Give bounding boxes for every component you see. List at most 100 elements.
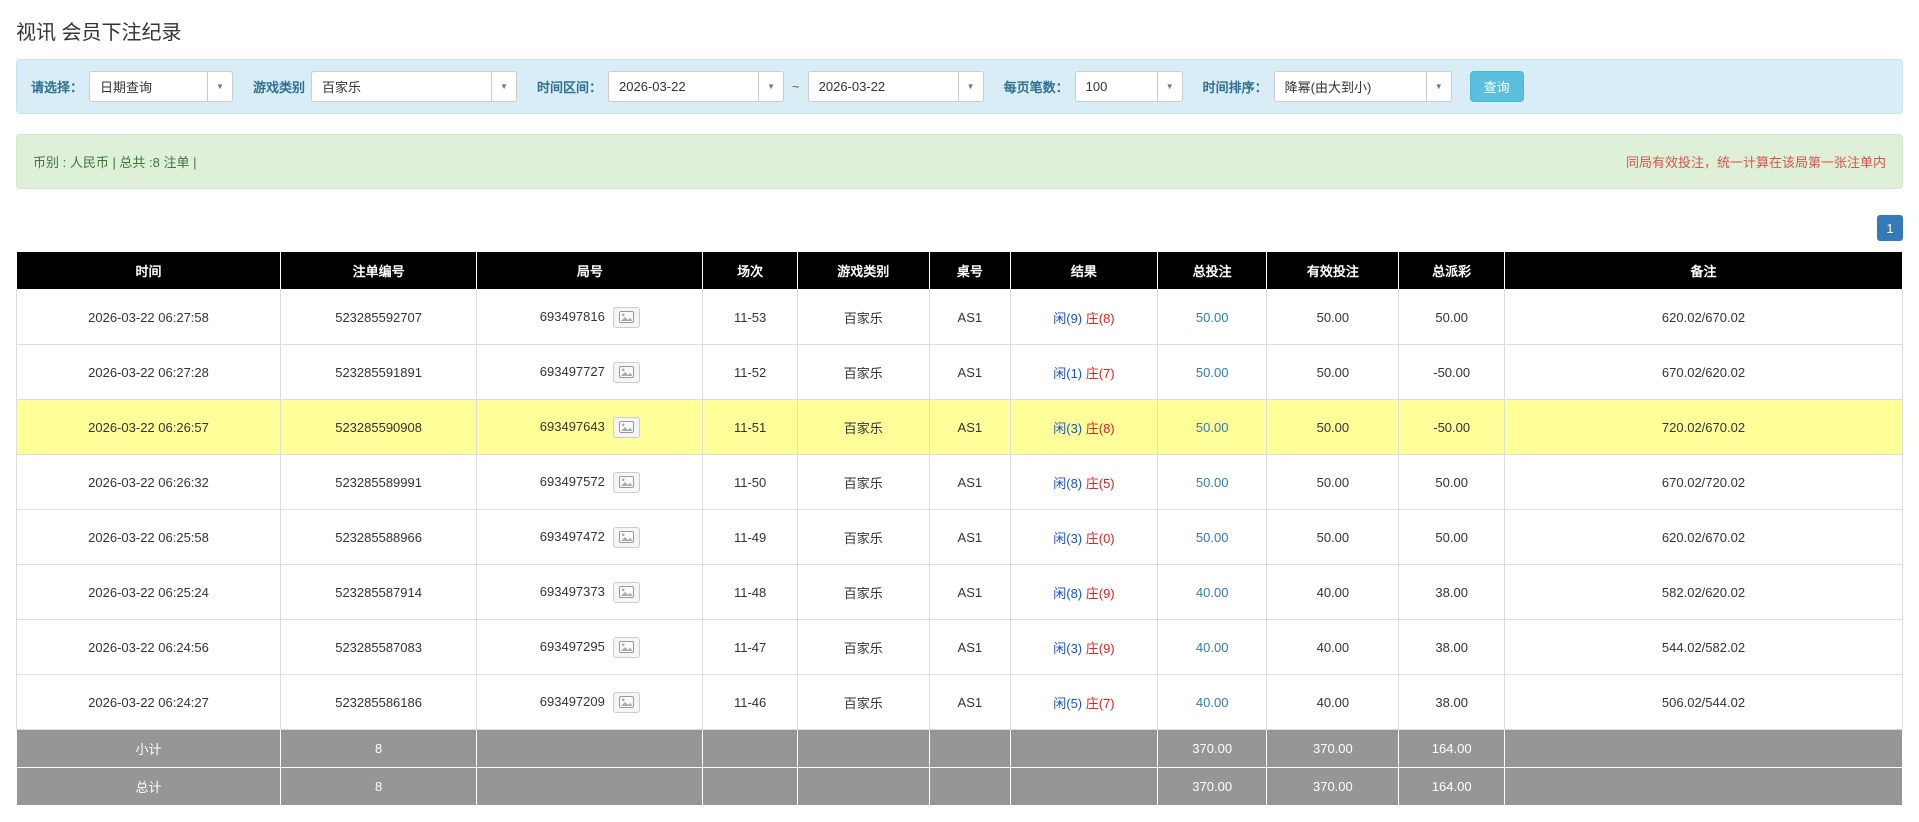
col-header-remark: 备注	[1504, 252, 1902, 290]
total-bet-link[interactable]: 50.00	[1196, 310, 1229, 325]
subtotal-total-bet: 370.00	[1157, 730, 1266, 768]
result-player: 闲(1)	[1053, 366, 1082, 381]
cell-round-id: 693497295	[477, 620, 703, 675]
cell-session: 11-50	[703, 455, 797, 510]
grand-total-label: 总计	[17, 768, 281, 806]
date-to-value: 2026-03-22	[808, 71, 958, 102]
cell-round-id: 693497373	[477, 565, 703, 620]
total-bet-link[interactable]: 40.00	[1196, 640, 1229, 655]
chevron-down-icon[interactable]: ▼	[1157, 71, 1183, 102]
table-header-row: 时间 注单编号 局号 场次 游戏类别 桌号 结果 总投注 有效投注 总派彩 备注	[17, 252, 1903, 290]
cell-total-bet: 40.00	[1157, 675, 1266, 730]
date-range-separator: ~	[792, 79, 800, 94]
col-header-game-type: 游戏类别	[797, 252, 929, 290]
image-icon	[619, 696, 634, 708]
cell-game-type: 百家乐	[797, 290, 929, 345]
round-id-text: 693497472	[540, 528, 605, 543]
table-row: 2026-03-22 06:26:57 523285590908 6934976…	[17, 400, 1903, 455]
cell-total-bet: 40.00	[1157, 565, 1266, 620]
chevron-down-icon[interactable]: ▼	[1426, 71, 1452, 102]
cell-remark: 620.02/670.02	[1504, 510, 1902, 565]
round-id-text: 693497816	[540, 308, 605, 323]
table-row: 2026-03-22 06:27:58 523285592707 6934978…	[17, 290, 1903, 345]
result-banker: 庄(5)	[1086, 476, 1115, 491]
round-preview-button[interactable]	[613, 692, 640, 713]
cell-bet-id: 523285592707	[281, 290, 477, 345]
round-id-text: 693497373	[540, 583, 605, 598]
col-header-table-no: 桌号	[929, 252, 1010, 290]
table-row: 2026-03-22 06:24:27 523285586186 6934972…	[17, 675, 1903, 730]
total-bet-link[interactable]: 50.00	[1196, 365, 1229, 380]
chevron-down-icon[interactable]: ▼	[207, 71, 233, 102]
chevron-down-icon[interactable]: ▼	[758, 71, 784, 102]
table-row: 2026-03-22 06:27:28 523285591891 6934977…	[17, 345, 1903, 400]
cell-round-id: 693497727	[477, 345, 703, 400]
col-header-bet-id: 注单编号	[281, 252, 477, 290]
total-bet-link[interactable]: 40.00	[1196, 585, 1229, 600]
cell-payout: 50.00	[1399, 510, 1505, 565]
cell-payout: 38.00	[1399, 675, 1505, 730]
result-player: 闲(3)	[1053, 531, 1082, 546]
cell-table-no: AS1	[929, 345, 1010, 400]
cell-result: 闲(8) 庄(9)	[1010, 565, 1157, 620]
game-type-label: 游戏类别	[253, 77, 305, 96]
chevron-down-icon[interactable]: ▼	[958, 71, 984, 102]
sort-order-select[interactable]: 降幂(由大到小) ▼	[1274, 71, 1452, 102]
cell-bet-id: 523285589991	[281, 455, 477, 510]
betting-records-table: 时间 注单编号 局号 场次 游戏类别 桌号 结果 总投注 有效投注 总派彩 备注…	[16, 251, 1903, 806]
cell-valid-bet: 40.00	[1267, 565, 1399, 620]
grand-total-total-bet: 370.00	[1157, 768, 1266, 806]
page-size-value: 100	[1075, 71, 1157, 102]
subtotal-valid-bet: 370.00	[1267, 730, 1399, 768]
cell-remark: 670.02/620.02	[1504, 345, 1902, 400]
currency-total-text: 币别 : 人民币 | 总共 :8 注单 |	[33, 152, 197, 171]
search-button[interactable]: 查询	[1470, 71, 1524, 102]
cell-game-type: 百家乐	[797, 400, 929, 455]
cell-bet-id: 523285588966	[281, 510, 477, 565]
total-bet-link[interactable]: 50.00	[1196, 420, 1229, 435]
subtotal-label: 小计	[17, 730, 281, 768]
cell-time: 2026-03-22 06:27:28	[17, 345, 281, 400]
cell-payout: 50.00	[1399, 290, 1505, 345]
pagination-top: 1	[16, 215, 1903, 241]
cell-remark: 544.02/582.02	[1504, 620, 1902, 675]
round-id-text: 693497572	[540, 473, 605, 488]
result-player: 闲(3)	[1053, 641, 1082, 656]
cell-valid-bet: 50.00	[1267, 290, 1399, 345]
sort-order-label: 时间排序：	[1203, 77, 1268, 96]
cell-game-type: 百家乐	[797, 620, 929, 675]
round-preview-button[interactable]	[613, 307, 640, 328]
round-preview-button[interactable]	[613, 637, 640, 658]
round-preview-button[interactable]	[613, 417, 640, 438]
game-type-value: 百家乐	[311, 71, 491, 102]
cell-round-id: 693497643	[477, 400, 703, 455]
query-type-select[interactable]: 日期查询 ▼	[89, 71, 233, 102]
round-preview-button[interactable]	[613, 362, 640, 383]
date-to-select[interactable]: 2026-03-22 ▼	[808, 71, 984, 102]
col-header-payout: 总派彩	[1399, 252, 1505, 290]
cell-valid-bet: 40.00	[1267, 620, 1399, 675]
filter-bar: 请选择： 日期查询 ▼ 游戏类别 百家乐 ▼ 时间区间： 2026-03-22 …	[16, 59, 1903, 114]
total-bet-link[interactable]: 50.00	[1196, 475, 1229, 490]
cell-time: 2026-03-22 06:26:32	[17, 455, 281, 510]
page-size-select[interactable]: 100 ▼	[1075, 71, 1183, 102]
total-bet-link[interactable]: 40.00	[1196, 695, 1229, 710]
cell-session: 11-48	[703, 565, 797, 620]
cell-total-bet: 40.00	[1157, 620, 1266, 675]
query-type-label: 请选择：	[31, 77, 83, 96]
round-preview-button[interactable]	[613, 527, 640, 548]
cell-payout: -50.00	[1399, 400, 1505, 455]
round-preview-button[interactable]	[613, 582, 640, 603]
game-type-select[interactable]: 百家乐 ▼	[311, 71, 517, 102]
date-from-select[interactable]: 2026-03-22 ▼	[608, 71, 784, 102]
cell-total-bet: 50.00	[1157, 345, 1266, 400]
cell-result: 闲(5) 庄(7)	[1010, 675, 1157, 730]
col-header-round-id: 局号	[477, 252, 703, 290]
round-preview-button[interactable]	[613, 472, 640, 493]
table-row: 2026-03-22 06:26:32 523285589991 6934975…	[17, 455, 1903, 510]
total-bet-link[interactable]: 50.00	[1196, 530, 1229, 545]
pagination-page-1[interactable]: 1	[1877, 215, 1903, 241]
col-header-time: 时间	[17, 252, 281, 290]
chevron-down-icon[interactable]: ▼	[491, 71, 517, 102]
cell-remark: 506.02/544.02	[1504, 675, 1902, 730]
